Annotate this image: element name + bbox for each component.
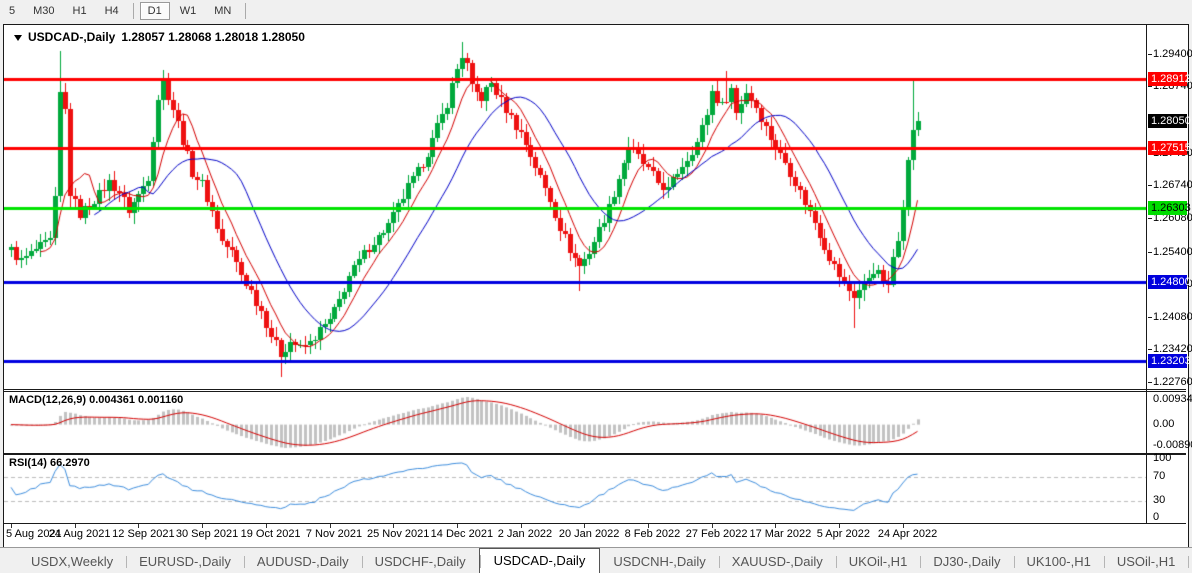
timeframe-button-h1[interactable]: H1 xyxy=(65,2,95,20)
timeframe-button-mn[interactable]: MN xyxy=(206,2,239,20)
ohlc-readout: 1.28057 1.28068 1.28018 1.28050 xyxy=(121,30,305,44)
tab-ukoil-h1[interactable]: UKOil-,H1 xyxy=(836,550,921,573)
macd-label: MACD(12,26,9) 0.004361 0.001160 xyxy=(9,394,183,406)
price-chart-canvas[interactable] xyxy=(4,25,1146,389)
price-tick-label: 1.22760 xyxy=(1153,376,1192,388)
date-label: 5 Apr 2022 xyxy=(817,528,870,540)
tab-usdchf-daily[interactable]: USDCHF-,Daily xyxy=(362,550,479,573)
price-tick-label: 1.26740 xyxy=(1153,179,1192,191)
tab-xauusd-daily[interactable]: XAUUSD-,Daily xyxy=(719,550,836,573)
date-label: 12 Sep 2021 xyxy=(112,528,174,540)
timeframe-button-w1[interactable]: W1 xyxy=(172,2,205,20)
symbol-tab-bar: USDX,WeeklyEURUSD-,DailyAUDUSD-,DailyUSD… xyxy=(0,547,1192,573)
price-badge-1.28912: 1.28912 xyxy=(1148,72,1187,86)
date-label: 27 Feb 2022 xyxy=(686,528,748,540)
symbol-caret-icon xyxy=(14,35,22,41)
indicator-axis-label: 0.00 xyxy=(1153,418,1174,430)
price-badge-1.27515: 1.27515 xyxy=(1148,141,1187,155)
timeframe-button-m30[interactable]: M30 xyxy=(25,2,62,20)
tab-usdcad-daily[interactable]: USDCAD-,Daily xyxy=(479,548,601,573)
price-badge-1.23203: 1.23203 xyxy=(1148,354,1187,368)
price-tick-label: 1.29400 xyxy=(1153,48,1192,60)
indicator-axis-label: 100 xyxy=(1153,452,1171,464)
tab-hk50-h1[interactable]: HK50-,H1 xyxy=(1188,550,1192,573)
price-tick-label: 1.24080 xyxy=(1153,311,1192,323)
date-axis: 5 Aug 202124 Aug 202112 Sep 202130 Sep 2… xyxy=(4,524,1186,546)
chart-title: USDCAD-,Daily 1.28057 1.28068 1.28018 1.… xyxy=(14,30,305,44)
price-pane: USDCAD-,Daily 1.28057 1.28068 1.28018 1.… xyxy=(4,25,1186,390)
price-axis-border xyxy=(1146,25,1147,524)
date-label: 2 Jan 2022 xyxy=(498,528,552,540)
tab-dj30-daily[interactable]: DJ30-,Daily xyxy=(920,550,1013,573)
date-label: 25 Nov 2021 xyxy=(367,528,429,540)
symbol-name: USDCAD-,Daily xyxy=(28,30,115,44)
tab-usoil-h1[interactable]: USOil-,H1 xyxy=(1104,550,1189,573)
date-label: 24 Apr 2022 xyxy=(878,528,937,540)
price-badge-1.24800: 1.24800 xyxy=(1148,275,1187,289)
indicator-axis-label: 70 xyxy=(1153,470,1165,482)
toolbar-separator xyxy=(133,3,134,19)
tab-audusd-daily[interactable]: AUDUSD-,Daily xyxy=(244,550,362,573)
date-label: 7 Nov 2021 xyxy=(306,528,362,540)
tabs: USDX,WeeklyEURUSD-,DailyAUDUSD-,DailyUSD… xyxy=(18,548,1192,573)
date-label: 19 Oct 2021 xyxy=(241,528,301,540)
indicator-axis-label: 0 xyxy=(1153,511,1159,523)
date-label: 30 Sep 2021 xyxy=(176,528,238,540)
date-label: 8 Feb 2022 xyxy=(625,528,681,540)
timeframe-toolbar: 5M30H1H4 D1W1MN xyxy=(0,0,1192,22)
tab-uk100-h1[interactable]: UK100-,H1 xyxy=(1014,550,1104,573)
indicator-axis-label: 0.009345 xyxy=(1153,393,1192,405)
rsi-canvas[interactable] xyxy=(4,455,1146,523)
tab-usdx-weekly[interactable]: USDX,Weekly xyxy=(18,550,126,573)
price-badge-1.26303: 1.26303 xyxy=(1148,201,1187,215)
tab-eurusd-daily[interactable]: EURUSD-,Daily xyxy=(126,550,244,573)
date-label: 17 Mar 2022 xyxy=(749,528,811,540)
tab-usdcnh-daily[interactable]: USDCNH-,Daily xyxy=(600,550,718,573)
rsi-pane xyxy=(4,454,1186,524)
date-label: 20 Jan 2022 xyxy=(559,528,620,540)
rsi-label: RSI(14) 66.2970 xyxy=(9,457,90,469)
date-label: 14 Dec 2021 xyxy=(431,528,493,540)
toolbar-separator xyxy=(245,3,246,19)
price-tick-label: 1.25400 xyxy=(1153,246,1192,258)
price-badge-1.28050: 1.28050 xyxy=(1148,114,1187,128)
timeframe-button-5[interactable]: 5 xyxy=(1,2,23,20)
trading-terminal: 5M30H1H4 D1W1MN USDCAD-,Daily 1.28057 1.2… xyxy=(0,0,1192,573)
timeframe-button-d1[interactable]: D1 xyxy=(140,2,170,20)
indicator-axis-label: -0.008902 xyxy=(1153,439,1192,451)
chart-window: USDCAD-,Daily 1.28057 1.28068 1.28018 1.… xyxy=(3,24,1189,548)
indicator-axis-label: 30 xyxy=(1153,494,1165,506)
timeframe-button-h4[interactable]: H4 xyxy=(97,2,127,20)
date-label: 24 Aug 2021 xyxy=(49,528,111,540)
